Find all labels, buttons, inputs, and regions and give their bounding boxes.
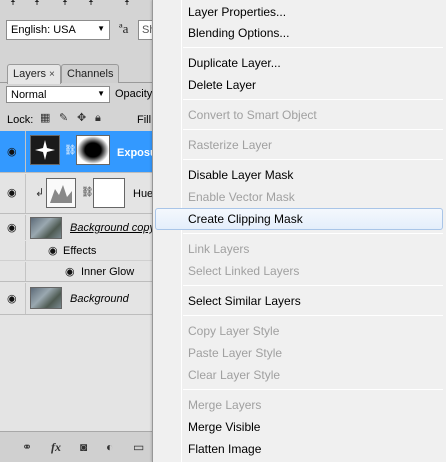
menu-item-disable-layer-mask[interactable]: Disable Layer Mask xyxy=(155,164,443,186)
menu-item-link-layers[interactable]: Link Layers xyxy=(155,238,443,260)
lock-all-icon[interactable]: 🔒︎ xyxy=(95,113,106,124)
menu-item-clear-layer-style[interactable]: Clear Layer Style xyxy=(155,364,443,386)
layer-name: Exposure xyxy=(117,147,156,159)
lock-image-icon[interactable]: ✎ xyxy=(59,113,70,124)
blend-mode-value: Normal xyxy=(11,89,47,101)
layer-mask-thumbnail[interactable] xyxy=(93,178,125,208)
menu-item-paste-layer-style[interactable]: Paste Layer Style xyxy=(155,342,443,364)
menu-item-enable-vector-mask[interactable]: Enable Vector Mask xyxy=(155,186,443,208)
menu-item-merge-layers[interactable]: Merge Layers xyxy=(155,394,443,416)
layer-row[interactable]: ◉ Background xyxy=(0,283,156,315)
tracking-caret-icon: ꜛ xyxy=(10,0,16,14)
layers-panel: ꜛ ꜛ ꜛ ꜛ ꜛ English: USA ▼ ªa Sh Layers × C… xyxy=(0,0,156,462)
tab-channels-label: Channels xyxy=(67,68,114,80)
chain-link-icon[interactable]: ⛓︎ xyxy=(64,145,77,156)
language-select[interactable]: English: USA ▼ xyxy=(6,20,110,40)
effects-label: Effects xyxy=(63,245,97,257)
tracking-caret-icon: ꜛ xyxy=(124,0,130,14)
tracking-caret-icon: ꜛ xyxy=(88,0,94,14)
menu-item-merge-visible[interactable]: Merge Visible xyxy=(155,416,443,438)
context-menu: Layer Properties... Blending Options... … xyxy=(152,0,446,462)
tracking-caret-icon: ꜛ xyxy=(62,0,68,14)
menu-item-duplicate-layer[interactable]: Duplicate Layer... xyxy=(155,52,443,74)
folder-icon[interactable]: ▭ xyxy=(133,440,144,454)
tab-layers-label: Layers xyxy=(13,68,47,80)
layer-row[interactable]: ◉ ↲ ⛓︎ Hue/Sat xyxy=(0,174,156,214)
eye-icon[interactable]: ◉ xyxy=(7,147,21,158)
tab-channels[interactable]: Channels xyxy=(61,64,120,83)
clipping-arrow-icon: ↲ xyxy=(35,187,45,199)
effects-row[interactable]: ◉ Effects xyxy=(0,241,156,261)
menu-separator xyxy=(183,389,443,390)
image-thumbnail[interactable] xyxy=(30,287,62,309)
menu-separator xyxy=(183,285,443,286)
menu-item-convert-smart-object[interactable]: Convert to Smart Object xyxy=(155,104,443,126)
eye-icon[interactable]: ◉ xyxy=(65,267,79,278)
close-icon[interactable]: × xyxy=(49,69,55,80)
chevron-down-icon: ▼ xyxy=(97,89,105,98)
adjustment-thumbnail[interactable] xyxy=(30,135,60,165)
effect-row[interactable]: ◉ Inner Glow xyxy=(0,262,156,282)
mask-icon[interactable]: ◙ xyxy=(80,440,87,454)
layer-row[interactable]: ◉ ⛓︎ Exposure xyxy=(0,131,156,173)
menu-item-blending-options[interactable]: Blending Options... xyxy=(155,22,443,44)
menu-item-create-clipping-mask[interactable]: Create Clipping Mask xyxy=(155,208,443,230)
layers-toolbar: ⚭ fx ◙ ◐ ▭ xyxy=(0,431,156,462)
image-thumbnail[interactable] xyxy=(30,217,62,239)
menu-item-layer-properties[interactable]: Layer Properties... xyxy=(155,1,443,23)
visibility-column xyxy=(0,241,26,260)
menu-item-copy-layer-style[interactable]: Copy Layer Style xyxy=(155,320,443,342)
menu-item-delete-layer[interactable]: Delete Layer xyxy=(155,74,443,96)
menu-separator xyxy=(183,159,443,160)
eye-icon[interactable]: ◉ xyxy=(7,188,21,199)
character-options-strip: ꜛ ꜛ ꜛ ꜛ ꜛ xyxy=(0,0,156,16)
language-value: English: USA xyxy=(11,24,76,36)
menu-separator xyxy=(183,129,443,130)
adjustment-thumbnail[interactable] xyxy=(46,178,76,208)
eye-icon[interactable]: ◉ xyxy=(7,223,21,234)
visibility-column xyxy=(0,262,26,281)
eye-icon[interactable]: ◉ xyxy=(7,294,21,305)
effect-name: Inner Glow xyxy=(81,266,135,278)
fx-icon[interactable]: fx xyxy=(51,440,61,455)
adjustment-icon[interactable]: ◐ xyxy=(106,440,113,454)
layer-row[interactable]: ◉ Background copy xyxy=(0,215,156,240)
lock-label: Lock: xyxy=(7,114,34,126)
panel-tabs: Layers × Channels xyxy=(0,61,156,84)
menu-item-select-linked-layers[interactable]: Select Linked Layers xyxy=(155,260,443,282)
layer-mask-thumbnail[interactable] xyxy=(76,135,110,165)
layer-name: Background copy xyxy=(70,222,155,234)
layer-name: Background xyxy=(70,293,129,305)
menu-item-select-similar-layers[interactable]: Select Similar Layers xyxy=(155,290,443,312)
menu-separator xyxy=(183,99,443,100)
menu-item-rasterize-layer[interactable]: Rasterize Layer xyxy=(155,134,443,156)
menu-separator xyxy=(183,47,443,48)
menu-separator xyxy=(183,315,443,316)
layers-list: ◉ ⛓︎ Exposure ◉ ↲ ⛓︎ Hue/Sat ◉ xyxy=(0,131,156,431)
lock-position-icon[interactable]: ✥ xyxy=(77,113,88,124)
menu-separator xyxy=(183,233,443,234)
link-icon[interactable]: ⚭ xyxy=(22,440,32,454)
menu-item-flatten-image[interactable]: Flatten Image xyxy=(155,438,443,460)
tab-layers[interactable]: Layers × xyxy=(7,64,61,84)
anti-alias-icon: ªa xyxy=(119,21,129,36)
eye-icon[interactable]: ◉ xyxy=(48,246,62,257)
chevron-down-icon: ▼ xyxy=(97,24,105,33)
opacity-label: Opacity: xyxy=(115,88,156,100)
lock-transparent-icon[interactable]: ▦ xyxy=(40,113,51,124)
chain-link-icon[interactable]: ⛓︎ xyxy=(81,187,94,198)
blend-mode-select[interactable]: Normal ▼ xyxy=(6,86,110,103)
tracking-caret-icon: ꜛ xyxy=(34,0,40,14)
